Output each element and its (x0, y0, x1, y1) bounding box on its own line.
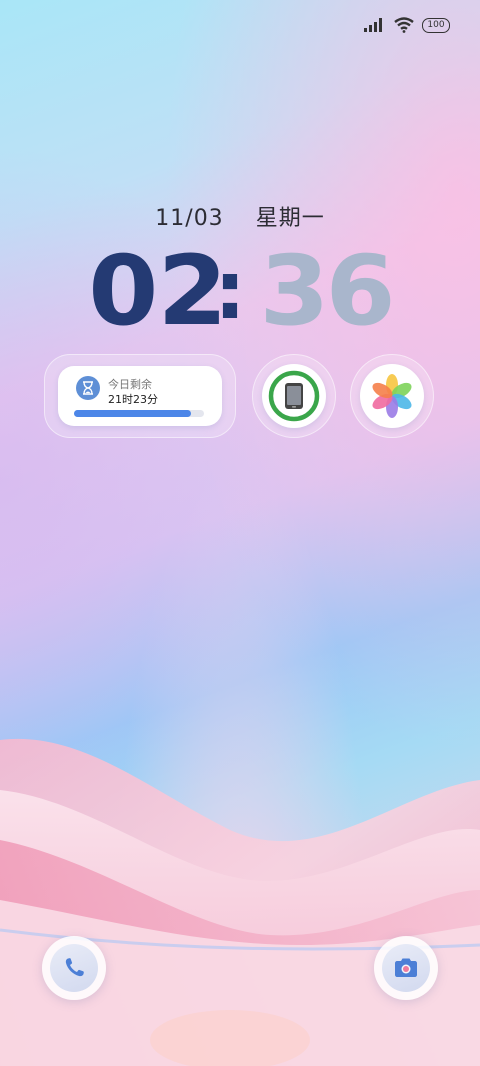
clock-separator: : (214, 244, 246, 334)
lock-date: 11/03 星期一 (0, 200, 480, 232)
camera-icon (395, 958, 417, 977)
weekday-text: 星期一 (255, 206, 325, 231)
phone-manager-icon (268, 370, 320, 422)
widgets-row: 今日剩余 21时23分 (44, 354, 436, 438)
clock-hour-digit-1: 0 (88, 244, 158, 334)
wallpaper-wave (0, 738, 480, 1066)
hourglass-icon (76, 376, 100, 400)
phone-shortcut-inner (50, 944, 98, 992)
battery-indicator: 100 (422, 17, 450, 33)
camera-shortcut-inner (382, 944, 430, 992)
clock-minute-digit-2: 6 (326, 244, 395, 334)
screen-time-progress-fill (74, 410, 191, 417)
lock-clock: 0 2 : 3 6 (88, 244, 395, 334)
screen-time-widget[interactable]: 今日剩余 21时23分 (44, 354, 236, 438)
battery-level: 100 (427, 20, 445, 30)
phone-manager-widget[interactable] (252, 354, 336, 438)
phone-shortcut-button[interactable] (42, 936, 106, 1000)
signal-icon (364, 18, 382, 32)
clock-minute-digit-1: 3 (259, 244, 329, 334)
status-bar: 100 (364, 14, 450, 36)
date-text: 11/03 (155, 206, 224, 231)
screen-time-value: 21时23分 (108, 393, 158, 406)
screen-time-label: 今日剩余 (108, 378, 152, 391)
screen-time-card[interactable]: 今日剩余 21时23分 (58, 366, 222, 426)
gallery-widget[interactable] (350, 354, 434, 438)
phone-icon (65, 958, 84, 977)
gallery-flower-icon (372, 374, 412, 418)
camera-shortcut-button[interactable] (374, 936, 438, 1000)
screen-time-progress (74, 410, 204, 417)
wifi-icon (394, 17, 414, 33)
gallery-button[interactable] (360, 364, 424, 428)
phone-manager-button[interactable] (262, 364, 326, 428)
